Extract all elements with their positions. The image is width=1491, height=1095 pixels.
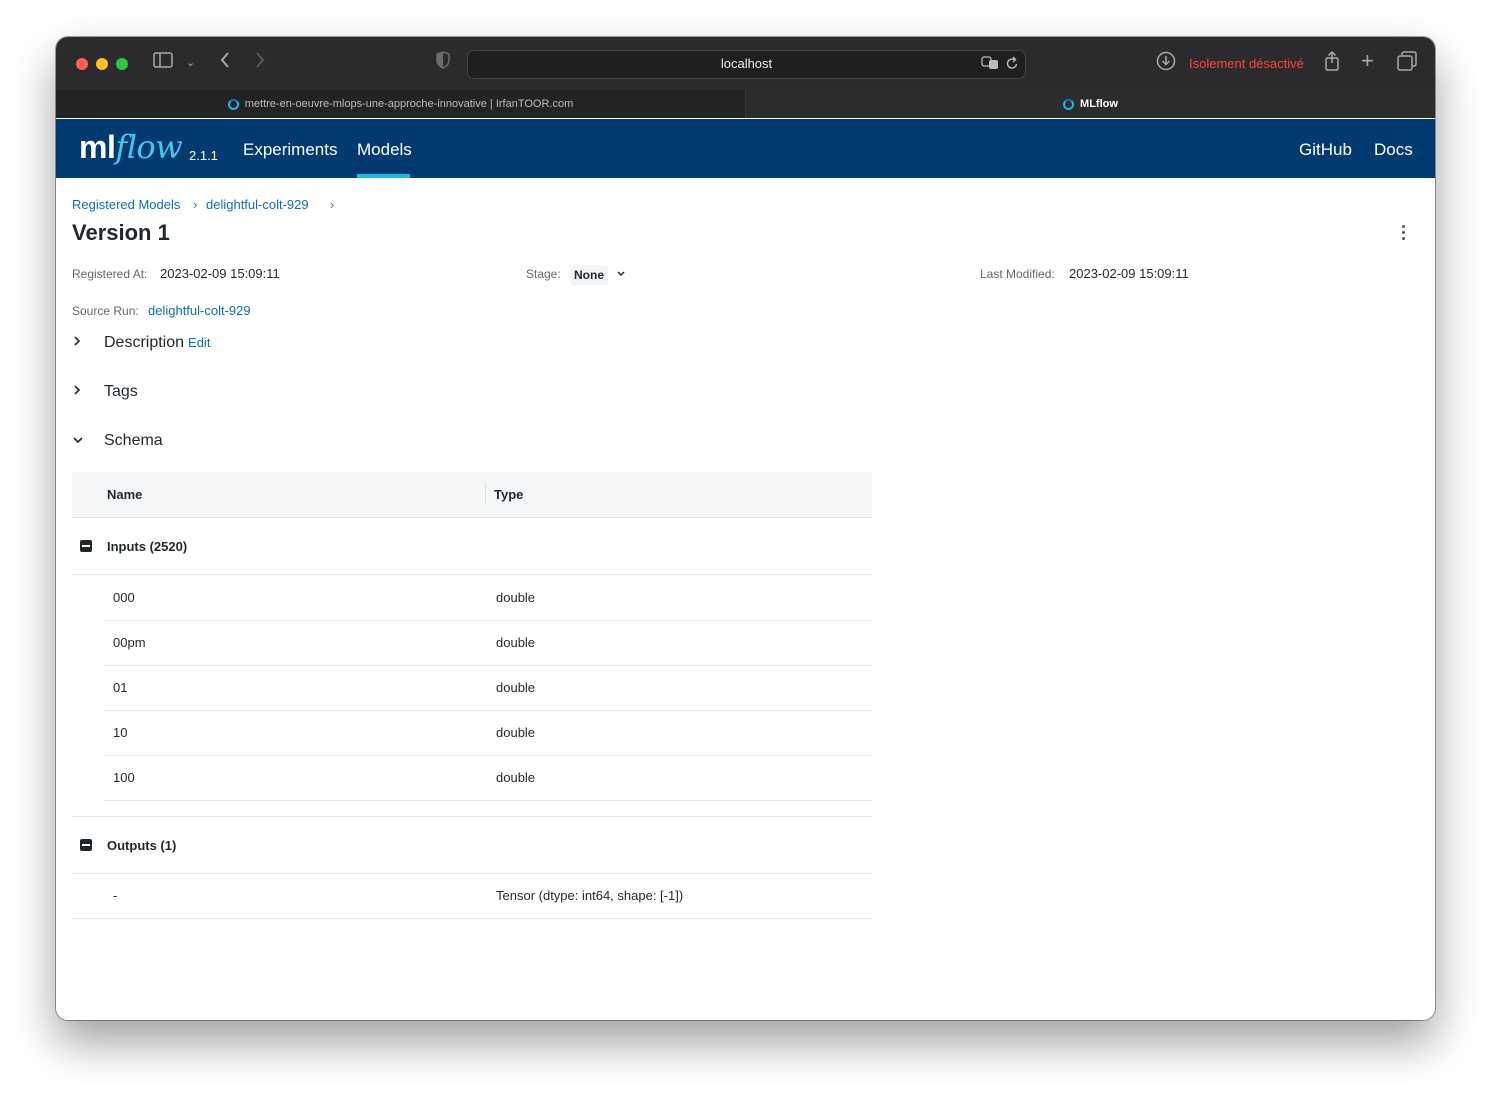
mlflow-header: mlflow 2.1.1 Experiments Models GitHub D… — [56, 119, 1435, 178]
stage-select[interactable]: None — [570, 265, 608, 285]
collapse-icon[interactable] — [80, 540, 92, 552]
chevron-right-icon — [72, 334, 92, 350]
input-type: double — [496, 725, 536, 740]
nav-experiments[interactable]: Experiments — [243, 140, 337, 160]
registered-at-label: Registered At: — [72, 267, 148, 281]
source-run-label: Source Run: — [72, 304, 139, 318]
input-name: 000 — [113, 590, 135, 605]
logo-flow-text: flow — [115, 128, 183, 166]
logo-ml-text: ml — [79, 129, 116, 165]
input-type: double — [496, 635, 536, 650]
column-header-type[interactable]: Type — [494, 487, 523, 502]
forward-icon[interactable] — [254, 51, 266, 76]
output-type: Tensor (dtype: int64, shape: [-1]) — [496, 888, 684, 903]
isolation-status[interactable]: Isolement désactivé — [1189, 56, 1304, 71]
outputs-group-row[interactable]: Outputs (1) — [72, 816, 872, 874]
input-name: 01 — [113, 680, 128, 695]
stage-value: None — [574, 268, 604, 282]
input-name: 00pm — [113, 635, 146, 650]
table-row: 10 double — [104, 710, 872, 756]
downloads-icon[interactable] — [1156, 51, 1176, 78]
last-modified-label: Last Modified: — [980, 267, 1055, 281]
input-name: 10 — [113, 725, 128, 740]
tab-favicon-icon — [1063, 98, 1075, 110]
nav-github[interactable]: GitHub — [1299, 140, 1352, 160]
description-section-header[interactable]: Description Edit — [72, 334, 210, 358]
table-row: 00pm double — [104, 620, 872, 666]
outputs-group-label: Outputs (1) — [107, 838, 177, 853]
nav-models[interactable]: Models — [357, 140, 412, 160]
input-type: double — [496, 590, 536, 605]
browser-window: ⌄ localhost Isolement désactivé + mettre… — [56, 37, 1435, 1020]
last-modified-value: 2023-02-09 15:09:11 — [1069, 266, 1189, 281]
privacy-shield-icon[interactable] — [436, 51, 450, 76]
reload-icon[interactable] — [1006, 55, 1019, 76]
breadcrumb-separator: › — [330, 197, 335, 212]
tags-section-header[interactable]: Tags — [72, 383, 138, 407]
browser-tab-irfantoor[interactable]: mettre-en-oeuvre-mlops-une-approche-inno… — [56, 90, 746, 118]
page-title: Version 1 — [72, 220, 170, 245]
tab-overview-icon[interactable] — [1397, 51, 1417, 78]
schema-table-header: Name Type — [72, 472, 872, 518]
tab-label: MLflow — [1080, 98, 1118, 110]
page-content: Registered Models › delightful-colt-929 … — [56, 178, 1435, 1020]
column-header-name[interactable]: Name — [107, 487, 142, 502]
description-label: Description — [104, 334, 185, 351]
minimize-window-button[interactable] — [96, 58, 108, 70]
back-icon[interactable] — [219, 51, 231, 76]
input-type: double — [496, 770, 536, 785]
share-icon[interactable] — [1324, 50, 1340, 78]
address-bar[interactable]: localhost — [467, 50, 1026, 79]
tab-bar: mettre-en-oeuvre-mlops-une-approche-inno… — [56, 90, 1435, 118]
address-text: localhost — [720, 56, 773, 71]
browser-tab-mlflow[interactable]: MLflow — [746, 90, 1435, 118]
translate-icon[interactable] — [981, 56, 999, 73]
inputs-group-row[interactable]: Inputs (2520) — [72, 518, 872, 575]
column-divider — [485, 484, 486, 504]
schema-section-header[interactable]: Schema — [72, 432, 163, 456]
table-row: 100 double — [104, 755, 872, 801]
table-row: 000 double — [104, 575, 872, 621]
breadcrumb-model-name[interactable]: delightful-colt-929 — [206, 197, 309, 212]
new-tab-icon[interactable]: + — [1361, 49, 1374, 73]
input-name: 100 — [113, 770, 135, 785]
stage-label: Stage: — [526, 267, 561, 281]
source-run-link[interactable]: delightful-colt-929 — [148, 303, 251, 318]
collapse-icon[interactable] — [80, 839, 92, 851]
table-row: - Tensor (dtype: int64, shape: [-1]) — [72, 873, 872, 919]
registered-at-value: 2023-02-09 15:09:11 — [160, 266, 280, 281]
mlflow-logo[interactable]: mlflow — [79, 128, 183, 166]
mlflow-version: 2.1.1 — [189, 148, 218, 163]
browser-toolbar: ⌄ localhost Isolement désactivé + — [56, 37, 1435, 90]
output-name: - — [113, 888, 118, 903]
sidebar-toggle-icon[interactable] — [153, 51, 173, 75]
breadcrumb-registered-models[interactable]: Registered Models — [72, 197, 180, 212]
tab-label: mettre-en-oeuvre-mlops-une-approche-inno… — [244, 98, 574, 110]
more-options-icon[interactable] — [1396, 225, 1410, 243]
description-edit-link[interactable]: Edit — [188, 335, 210, 350]
tab-favicon-icon — [227, 98, 239, 110]
inputs-group-label: Inputs (2520) — [107, 539, 188, 554]
tags-label: Tags — [104, 383, 138, 400]
table-row: 01 double — [104, 665, 872, 711]
breadcrumb-separator: › — [193, 197, 198, 212]
chevron-down-icon[interactable]: ⌄ — [186, 51, 195, 75]
stage-dropdown-chevron-icon[interactable] — [616, 266, 626, 284]
schema-label: Schema — [104, 432, 163, 449]
zoom-window-button[interactable] — [116, 58, 128, 70]
close-window-button[interactable] — [76, 58, 88, 70]
chevron-right-icon — [72, 383, 92, 399]
chevron-down-icon — [72, 432, 92, 448]
nav-docs[interactable]: Docs — [1374, 140, 1413, 160]
input-type: double — [496, 680, 536, 695]
